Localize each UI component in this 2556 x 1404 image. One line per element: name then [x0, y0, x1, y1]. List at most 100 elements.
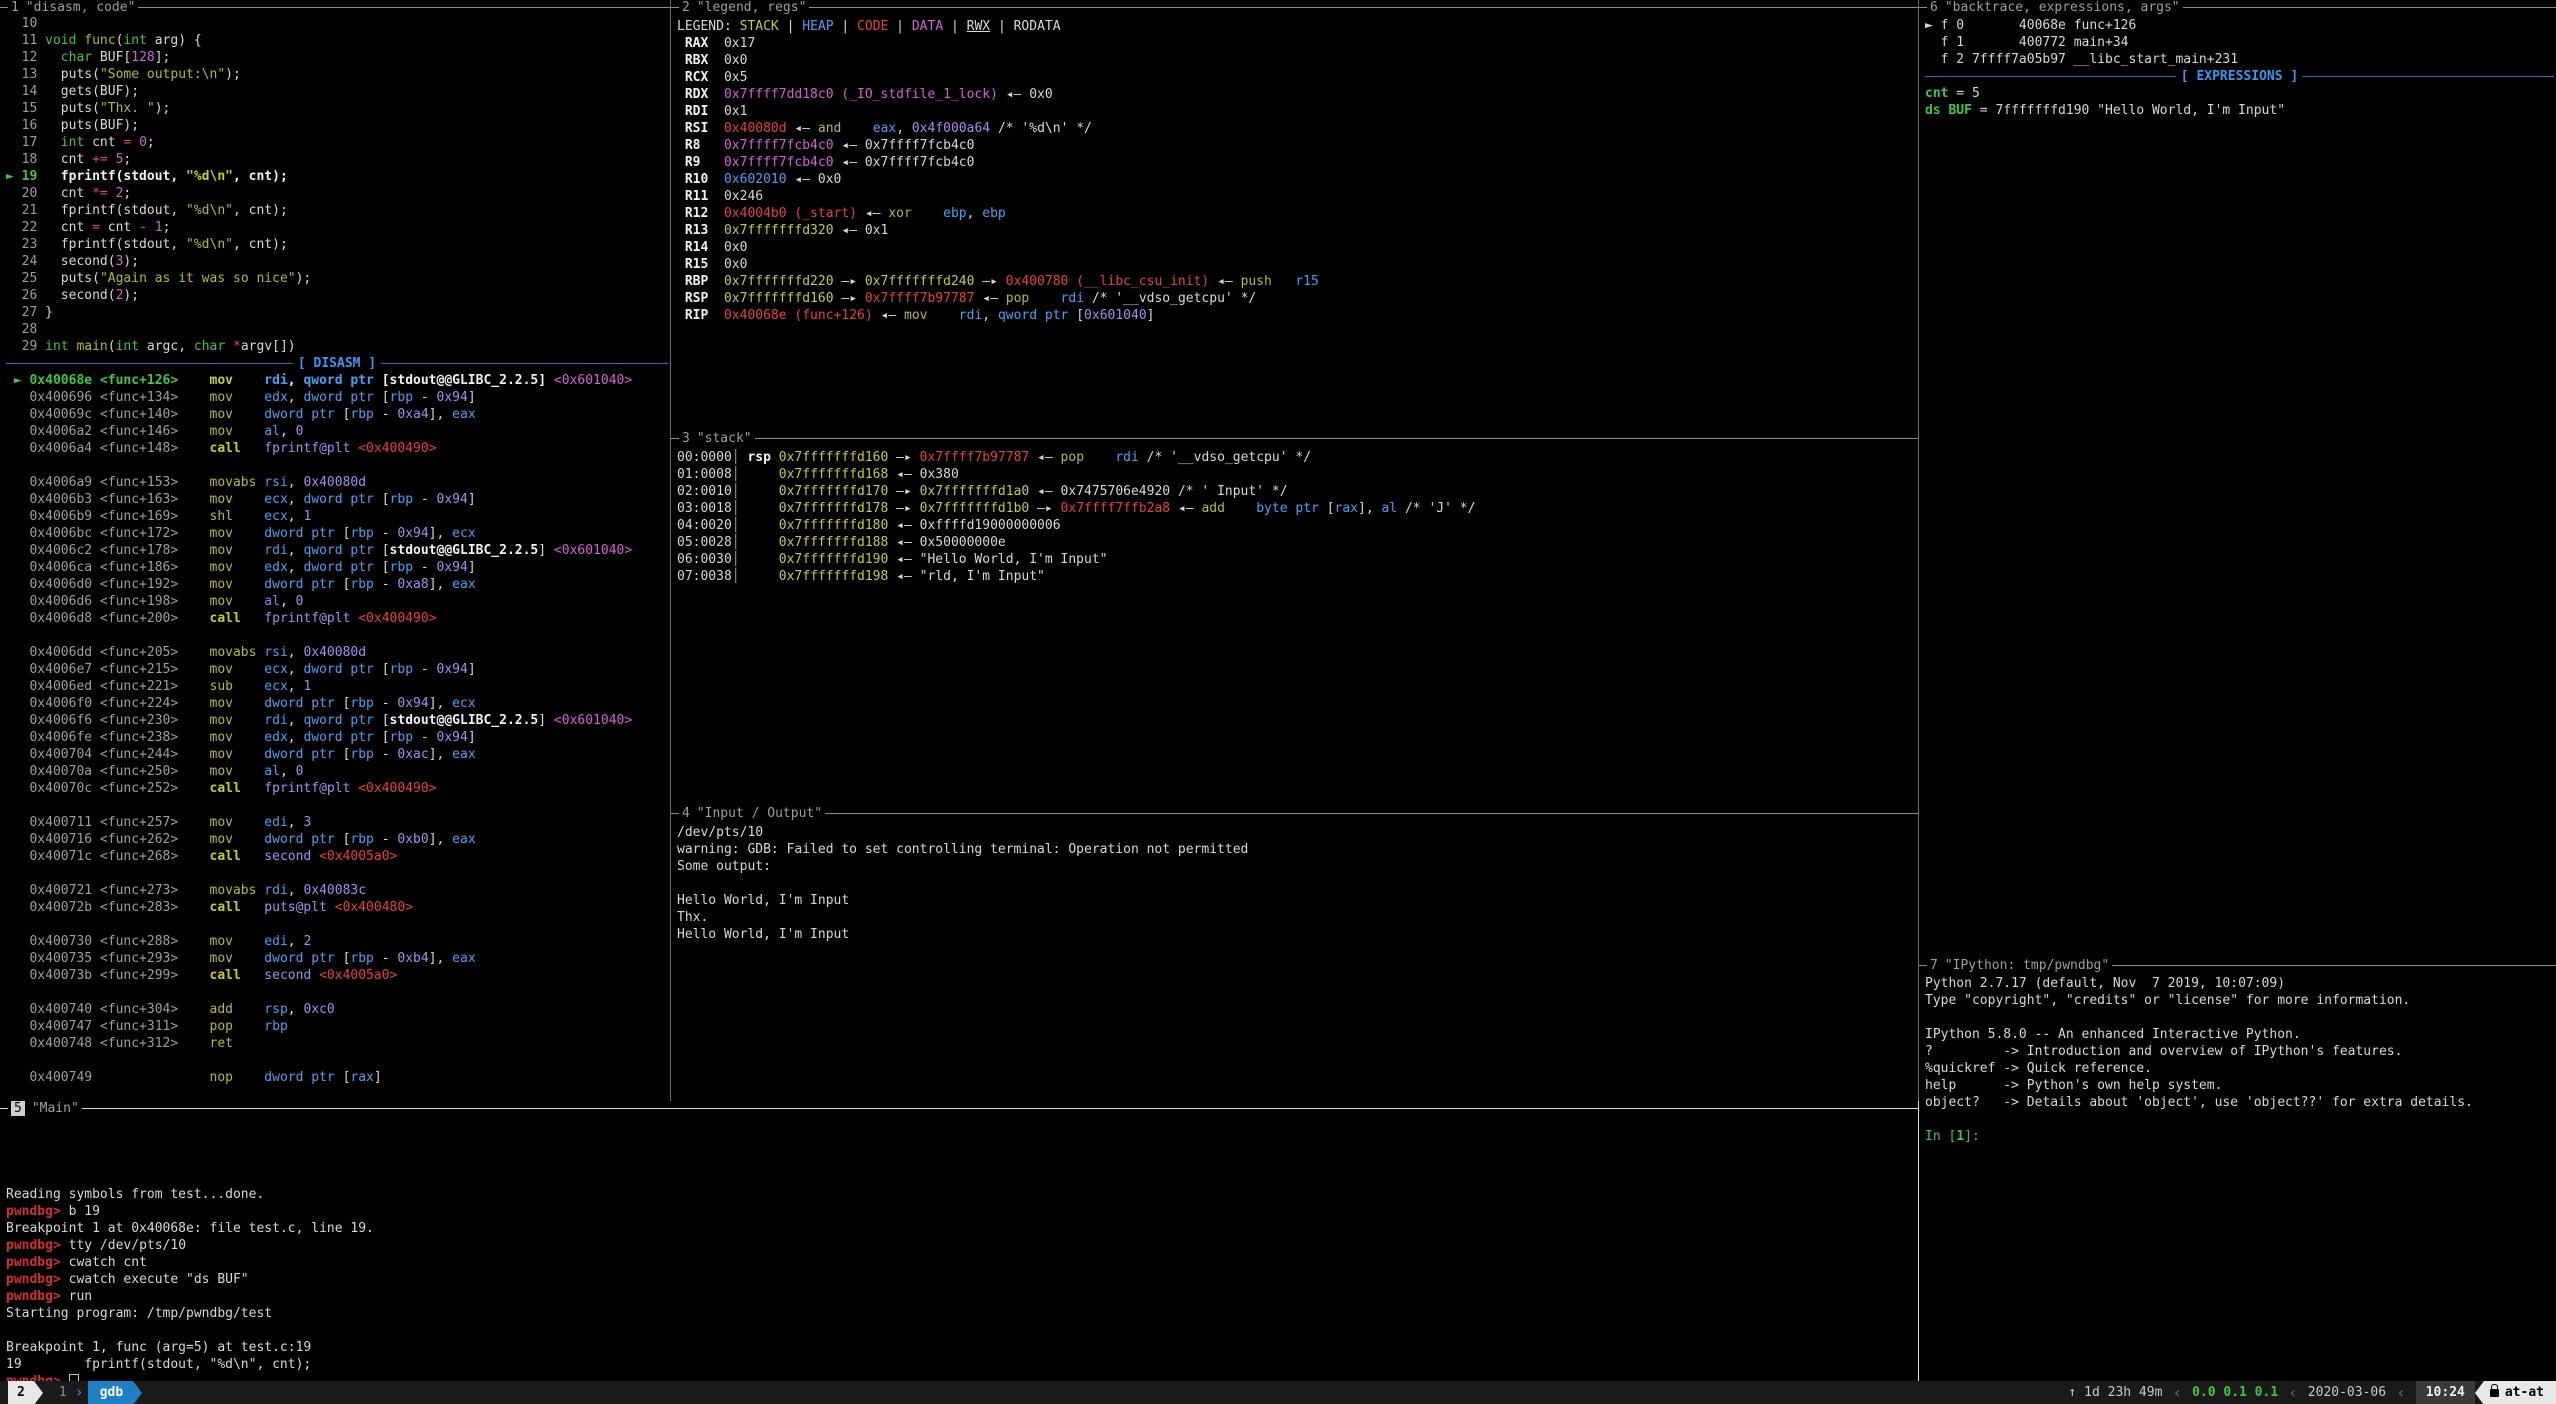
- window-tab-1[interactable]: 1: [53, 1384, 73, 1401]
- terminal-line: 14 gets(BUF);: [6, 83, 668, 100]
- terminal-line: R10 0x602010 ◂— 0x0: [677, 171, 1916, 188]
- terminal-line: 0x4006f6 <func+230> mov rdi, qword ptr […: [6, 712, 668, 729]
- pane-ipython[interactable]: 7"IPython: tmp/pwndbg" Python 2.7.17 (de…: [1919, 958, 2556, 1381]
- window-tab-gdb-active[interactable]: gdb: [88, 1381, 133, 1404]
- terminal-line: 0x4006d0 <func+192> mov dword ptr [rbp -…: [6, 576, 668, 593]
- pane-disasm-code[interactable]: 1"disasm, code" 10 11 void func(int arg)…: [0, 0, 670, 1101]
- terminal-line: 0x4006bc <func+172> mov dword ptr [rbp -…: [6, 525, 668, 542]
- terminal-line: warning: GDB: Failed to set controlling …: [677, 841, 1916, 858]
- backtrace-frames: ► f 0 40068e func+126 f 1 400772 main+34…: [1925, 17, 2554, 68]
- lock-icon: [2490, 1389, 2499, 1397]
- terminal-line: 0x400749 nop dword ptr [rax]: [6, 1069, 668, 1086]
- terminal-line: 0x40071c <func+268> call second <0x4005a…: [6, 848, 668, 865]
- pane-stack[interactable]: 3"stack" 00:0000│ rsp 0x7fffffffd160 —▸ …: [671, 431, 1918, 806]
- pane-backtrace-expressions[interactable]: 6"backtrace, expressions, args" ► f 0 40…: [1919, 0, 2556, 958]
- pane-number: 4: [682, 806, 690, 821]
- terminal-line: RBX 0x0: [677, 52, 1916, 69]
- terminal-line: [6, 457, 668, 474]
- divider-line: [381, 363, 668, 364]
- pane-title: 4"Input / Output": [679, 806, 825, 821]
- terminal-line: 0x4006a4 <func+148> call fprintf@plt <0x…: [6, 440, 668, 457]
- window-tab-2[interactable]: 2: [8, 1381, 34, 1404]
- hostname-text: at-at: [2505, 1381, 2544, 1404]
- pane-label: "disasm, code": [26, 0, 136, 15]
- watch-expressions: cnt = 5ds BUF = 7fffffffd190 "Hello Worl…: [1925, 85, 2554, 119]
- terminal-line: ds BUF = 7fffffffd190 "Hello World, I'm …: [1925, 102, 2554, 119]
- pane-border-vertical-left[interactable]: [670, 0, 671, 1101]
- pane-border-vertical-right[interactable]: [1918, 0, 1919, 1101]
- uptime-arrow-icon: ↑: [2064, 1384, 2084, 1401]
- terminal-line: 0x4006a9 <func+153> movabs rsi, 0x40080d: [6, 474, 668, 491]
- terminal-line: 28: [6, 321, 668, 338]
- pane-border-vertical-active[interactable]: [1918, 1101, 1919, 1381]
- terminal-line: %quickref -> Quick reference.: [1925, 1060, 2554, 1077]
- terminal-line: 0x4006d6 <func+198> mov al, 0: [6, 593, 668, 610]
- terminal-line: [6, 1135, 1916, 1152]
- terminal-line: 0x400711 <func+257> mov edi, 3: [6, 814, 668, 831]
- pane-input-output[interactable]: 4"Input / Output" /dev/pts/10warning: GD…: [671, 806, 1918, 1101]
- terminal-line: Reading symbols from test...done.: [6, 1186, 1916, 1203]
- terminal-line: 10: [6, 15, 668, 32]
- terminal-line: RAX 0x17: [677, 35, 1916, 52]
- pane-main-gdb[interactable]: 5"Main" Reading symbols from test...done…: [0, 1101, 1918, 1381]
- terminal-line: 24 second(3);: [6, 253, 668, 270]
- terminal-line: 0x400748 <func+312> ret: [6, 1035, 668, 1052]
- terminal-line: 17 int cnt = 0;: [6, 134, 668, 151]
- terminal-line: 05:0028│ 0x7fffffffd188 ◂— 0x50000000e: [677, 534, 1916, 551]
- terminal-line: RCX 0x5: [677, 69, 1916, 86]
- registers-listing: LEGEND: STACK | HEAP | CODE | DATA | RWX…: [677, 18, 1916, 324]
- terminal-line: 0x400747 <func+311> pop rbp: [6, 1018, 668, 1035]
- separator-chevron-icon: ‹: [2162, 1384, 2192, 1401]
- terminal-line: [6, 1052, 668, 1069]
- terminal-line: 29 int main(int argc, char *argv[]): [6, 338, 668, 355]
- pane-label: "legend, regs": [697, 0, 807, 15]
- terminal-line: pwndbg>: [6, 1373, 1916, 1381]
- pane-number: 3: [682, 431, 690, 446]
- pane-label: "Main": [32, 1101, 79, 1116]
- expressions-section-divider: [ EXPRESSIONS ]: [1925, 68, 2554, 85]
- terminal-line: [6, 627, 668, 644]
- terminal-line: 02:0010│ 0x7fffffffd170 —▸ 0x7fffffffd1a…: [677, 483, 1916, 500]
- terminal-line: pwndbg> cwatch cnt: [6, 1254, 1916, 1271]
- terminal-line: 16 puts(BUF);: [6, 117, 668, 134]
- terminal-line: ► 0x40068e <func+126> mov rdi, qword ptr…: [6, 372, 668, 389]
- terminal-line: 0x400730 <func+288> mov edi, 2: [6, 933, 668, 950]
- terminal-line: 01:0008│ 0x7fffffffd168 ◂— 0x380: [677, 466, 1916, 483]
- terminal-line: 0x4006d8 <func+200> call fprintf@plt <0x…: [6, 610, 668, 627]
- terminal-line: ► f 0 40068e func+126: [1925, 17, 2554, 34]
- terminal-line: 12 char BUF[128];: [6, 49, 668, 66]
- terminal-line: 07:0038│ 0x7fffffffd198 ◂— "rld, I'm Inp…: [677, 568, 1916, 585]
- window-list: 2 1 › gdb: [0, 1381, 142, 1404]
- pane-legend-regs[interactable]: 2"legend, regs" LEGEND: STACK | HEAP | C…: [671, 0, 1918, 431]
- pane-number: 6: [1930, 0, 1938, 15]
- terminal-line: [6, 1322, 1916, 1339]
- status-date: 2020-03-06: [2308, 1384, 2386, 1401]
- terminal-line: RBP 0x7fffffffd220 —▸ 0x7fffffffd240 —▸ …: [677, 273, 1916, 290]
- stack-listing: 00:0000│ rsp 0x7fffffffd160 —▸ 0x7ffff7b…: [677, 449, 1916, 585]
- terminal-line: R11 0x246: [677, 188, 1916, 205]
- terminal-line: 0x400721 <func+273> movabs rdi, 0x40083c: [6, 882, 668, 899]
- terminal-line: pwndbg> run: [6, 1288, 1916, 1305]
- terminal-line: R8 0x7ffff7fcb4c0 ◂— 0x7ffff7fcb4c0: [677, 137, 1916, 154]
- terminal-line: object? -> Details about 'object', use '…: [1925, 1094, 2554, 1111]
- terminal-line: Starting program: /tmp/pwndbg/test: [6, 1305, 1916, 1322]
- terminal-line: 0x4006f0 <func+224> mov dword ptr [rbp -…: [6, 695, 668, 712]
- terminal-line: 23 fprintf(stdout, "%d\n", cnt);: [6, 236, 668, 253]
- terminal-line: Breakpoint 1, func (arg=5) at test.c:19: [6, 1339, 1916, 1356]
- tmux-status-bar: 2 1 › gdb ↑ 1d 23h 49m ‹ 0.0 0.1 0.1 ‹ 2…: [0, 1381, 2556, 1404]
- program-output: /dev/pts/10warning: GDB: Failed to set c…: [677, 824, 1916, 943]
- terminal-line: ► 19 fprintf(stdout, "%d\n", cnt);: [6, 168, 668, 185]
- terminal-line: 22 cnt = cnt - 1;: [6, 219, 668, 236]
- terminal-line: Hello World, I'm Input: [677, 926, 1916, 943]
- terminal-line: help -> Python's own help system.: [1925, 1077, 2554, 1094]
- terminal-line: 0x400696 <func+134> mov edx, dword ptr […: [6, 389, 668, 406]
- terminal-line: 13 puts("Some output:\n");: [6, 66, 668, 83]
- status-clock: 10:24: [2416, 1381, 2475, 1404]
- terminal-line: [677, 875, 1916, 892]
- source-code-listing: 10 11 void func(int arg) { 12 char BUF[1…: [6, 15, 668, 355]
- terminal-line: 0x4006ca <func+186> mov edx, dword ptr […: [6, 559, 668, 576]
- terminal-line: LEGEND: STACK | HEAP | CODE | DATA | RWX…: [677, 18, 1916, 35]
- terminal-line: 0x4006a2 <func+146> mov al, 0: [6, 423, 668, 440]
- terminal-line: R13 0x7fffffffd320 ◂— 0x1: [677, 222, 1916, 239]
- terminal-line: RSP 0x7fffffffd160 —▸ 0x7ffff7b97787 ◂— …: [677, 290, 1916, 307]
